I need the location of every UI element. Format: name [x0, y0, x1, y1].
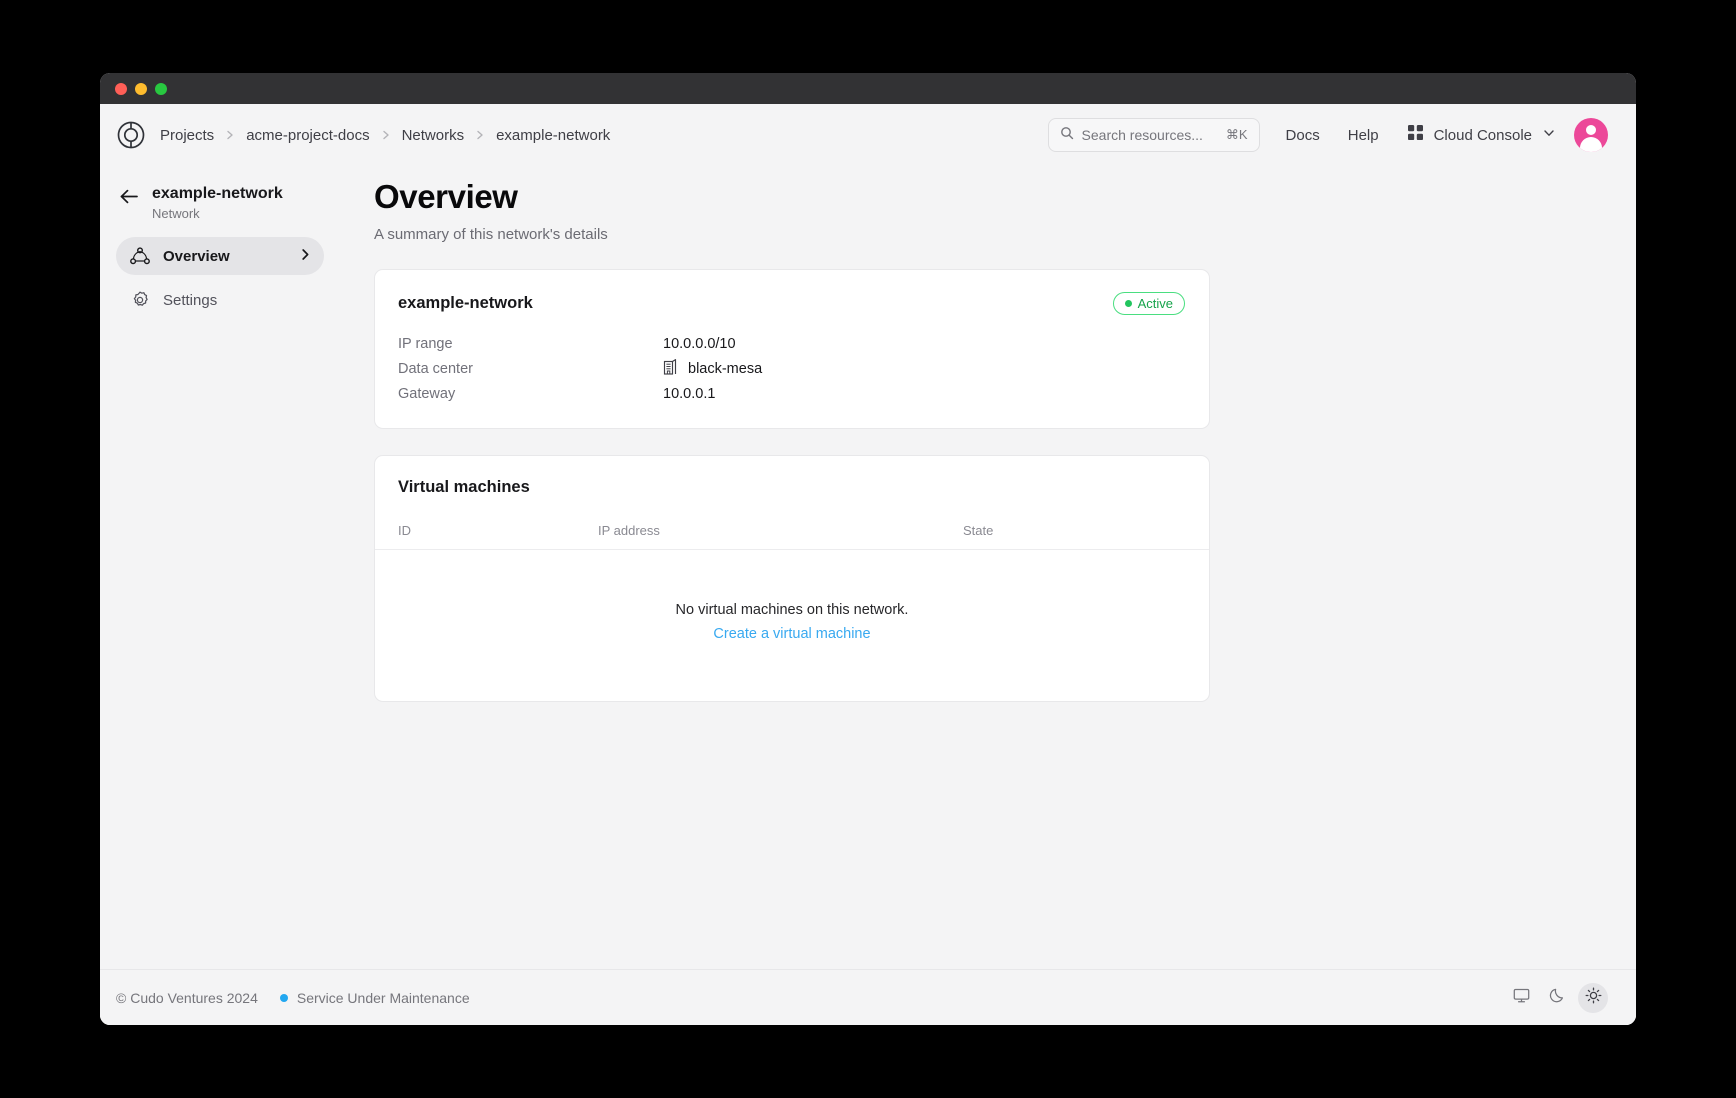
- avatar-head: [1586, 125, 1596, 135]
- vm-empty-message: No virtual machines on this network.: [675, 602, 909, 618]
- top-navigation-bar: Projects acme-project-docs Networks exam…: [100, 104, 1636, 166]
- content-region: example-network Network Overview Setting…: [100, 166, 1636, 969]
- avatar-body: [1580, 137, 1602, 152]
- network-details-list: IP range 10.0.0.0/10 Data center black-m…: [375, 315, 1209, 428]
- breadcrumb-item-networks[interactable]: Networks: [402, 127, 465, 144]
- detail-key: Gateway: [398, 385, 456, 402]
- network-card-header: example-network Active: [375, 270, 1209, 315]
- footer-copyright: © Cudo Ventures 2024: [116, 989, 258, 1006]
- app-window: Projects acme-project-docs Networks exam…: [100, 73, 1636, 1025]
- window-titlebar: [100, 73, 1636, 104]
- moon-icon: [1549, 987, 1566, 1009]
- detail-row-ip-range: IP range 10.0.0.0/10: [398, 331, 1186, 356]
- search-icon: [1060, 126, 1074, 145]
- column-header-id: ID: [398, 523, 411, 538]
- breadcrumb-item-network[interactable]: example-network: [496, 127, 610, 144]
- detail-row-gateway: Gateway 10.0.0.1: [398, 381, 1186, 406]
- detail-value: 10.0.0.0/10: [663, 335, 736, 352]
- detail-value-wrapper: black-mesa: [663, 358, 762, 379]
- help-link[interactable]: Help: [1348, 127, 1379, 144]
- grid-apps-icon: [1407, 124, 1424, 146]
- monitor-icon: [1513, 987, 1530, 1009]
- vm-empty-state: No virtual machines on this network. Cre…: [375, 550, 1209, 701]
- search-input[interactable]: Search resources... ⌘K: [1047, 118, 1260, 152]
- vm-card-header: Virtual machines: [375, 456, 1209, 497]
- cloud-console-switcher[interactable]: Cloud Console: [1407, 124, 1556, 146]
- chevron-right-icon: [299, 248, 312, 265]
- sidebar-item-settings[interactable]: Settings: [116, 281, 324, 319]
- arrow-left-icon[interactable]: [120, 189, 138, 209]
- chevron-right-icon: [474, 129, 486, 141]
- breadcrumb-item-project[interactable]: acme-project-docs: [246, 127, 369, 144]
- breadcrumb-item-projects[interactable]: Projects: [160, 127, 214, 144]
- detail-key: Data center: [398, 360, 473, 377]
- page-title: Overview: [374, 178, 518, 215]
- chevron-right-icon: [224, 129, 236, 141]
- avatar[interactable]: [1574, 118, 1608, 152]
- system-theme-button[interactable]: [1506, 983, 1536, 1013]
- sidebar-title: example-network: [152, 185, 283, 202]
- sidebar-item-label: Overview: [163, 247, 230, 265]
- sun-icon: [1585, 987, 1602, 1009]
- breadcrumb: Projects acme-project-docs Networks exam…: [160, 127, 610, 144]
- sidebar-item-label: Settings: [163, 291, 218, 309]
- sidebar-item-overview[interactable]: Overview: [116, 237, 324, 275]
- virtual-machines-card: Virtual machines ID IP address State No …: [374, 455, 1210, 702]
- network-details-card: example-network Active IP range 10.0.0.0…: [374, 269, 1210, 429]
- theme-switcher: [1506, 982, 1608, 1013]
- datacenter-building-icon: [663, 358, 679, 379]
- topbar-actions: Search resources... ⌘K Docs Help Cloud C…: [1047, 118, 1608, 152]
- main-content: Overview A summary of this network's det…: [340, 166, 1636, 969]
- cudo-logo-icon[interactable]: [114, 118, 148, 152]
- footer: © Cudo Ventures 2024 Service Under Maint…: [100, 969, 1636, 1025]
- create-virtual-machine-link[interactable]: Create a virtual machine: [713, 626, 870, 642]
- detail-value: 10.0.0.1: [663, 385, 716, 402]
- vm-card-title: Virtual machines: [398, 478, 530, 496]
- column-header-ip-address: IP address: [598, 523, 660, 538]
- window-maximize-button[interactable]: [155, 82, 167, 95]
- detail-value: black-mesa: [688, 360, 763, 377]
- docs-link[interactable]: Docs: [1286, 127, 1320, 144]
- chevron-down-icon: [1542, 126, 1556, 145]
- page-subtitle: A summary of this network's details: [374, 226, 608, 243]
- app-shell: Projects acme-project-docs Networks exam…: [100, 104, 1636, 1025]
- column-header-state: State: [963, 523, 994, 538]
- light-theme-button[interactable]: [1578, 982, 1608, 1013]
- network-card-title: example-network: [398, 294, 533, 312]
- status-badge-label: Active: [1137, 296, 1173, 311]
- vm-table-header-row: ID IP address State: [375, 523, 1209, 550]
- gear-icon: [130, 290, 150, 310]
- dark-theme-button[interactable]: [1542, 983, 1572, 1013]
- service-status: Service Under Maintenance: [279, 989, 470, 1006]
- cloud-console-label: Cloud Console: [1433, 126, 1532, 144]
- sidebar-header: example-network Network: [116, 178, 324, 237]
- vm-table: ID IP address State No virtual machines …: [375, 523, 1209, 701]
- service-status-dot-icon: [279, 993, 288, 1002]
- detail-row-data-center: Data center black-mesa: [398, 356, 1186, 381]
- search-shortcut-hint: ⌘K: [1225, 127, 1248, 142]
- status-badge: Active: [1112, 292, 1185, 315]
- window-minimize-button[interactable]: [135, 82, 147, 95]
- window-close-button[interactable]: [115, 82, 127, 95]
- service-status-label: Service Under Maintenance: [296, 989, 470, 1006]
- status-dot-icon: [1124, 300, 1132, 307]
- network-topology-icon: [130, 247, 150, 265]
- chevron-right-icon: [380, 129, 392, 141]
- sidebar: example-network Network Overview Setting…: [100, 166, 340, 969]
- search-placeholder: Search resources...: [1081, 127, 1203, 143]
- detail-key: IP range: [398, 335, 453, 352]
- sidebar-subtitle: Network: [152, 206, 200, 221]
